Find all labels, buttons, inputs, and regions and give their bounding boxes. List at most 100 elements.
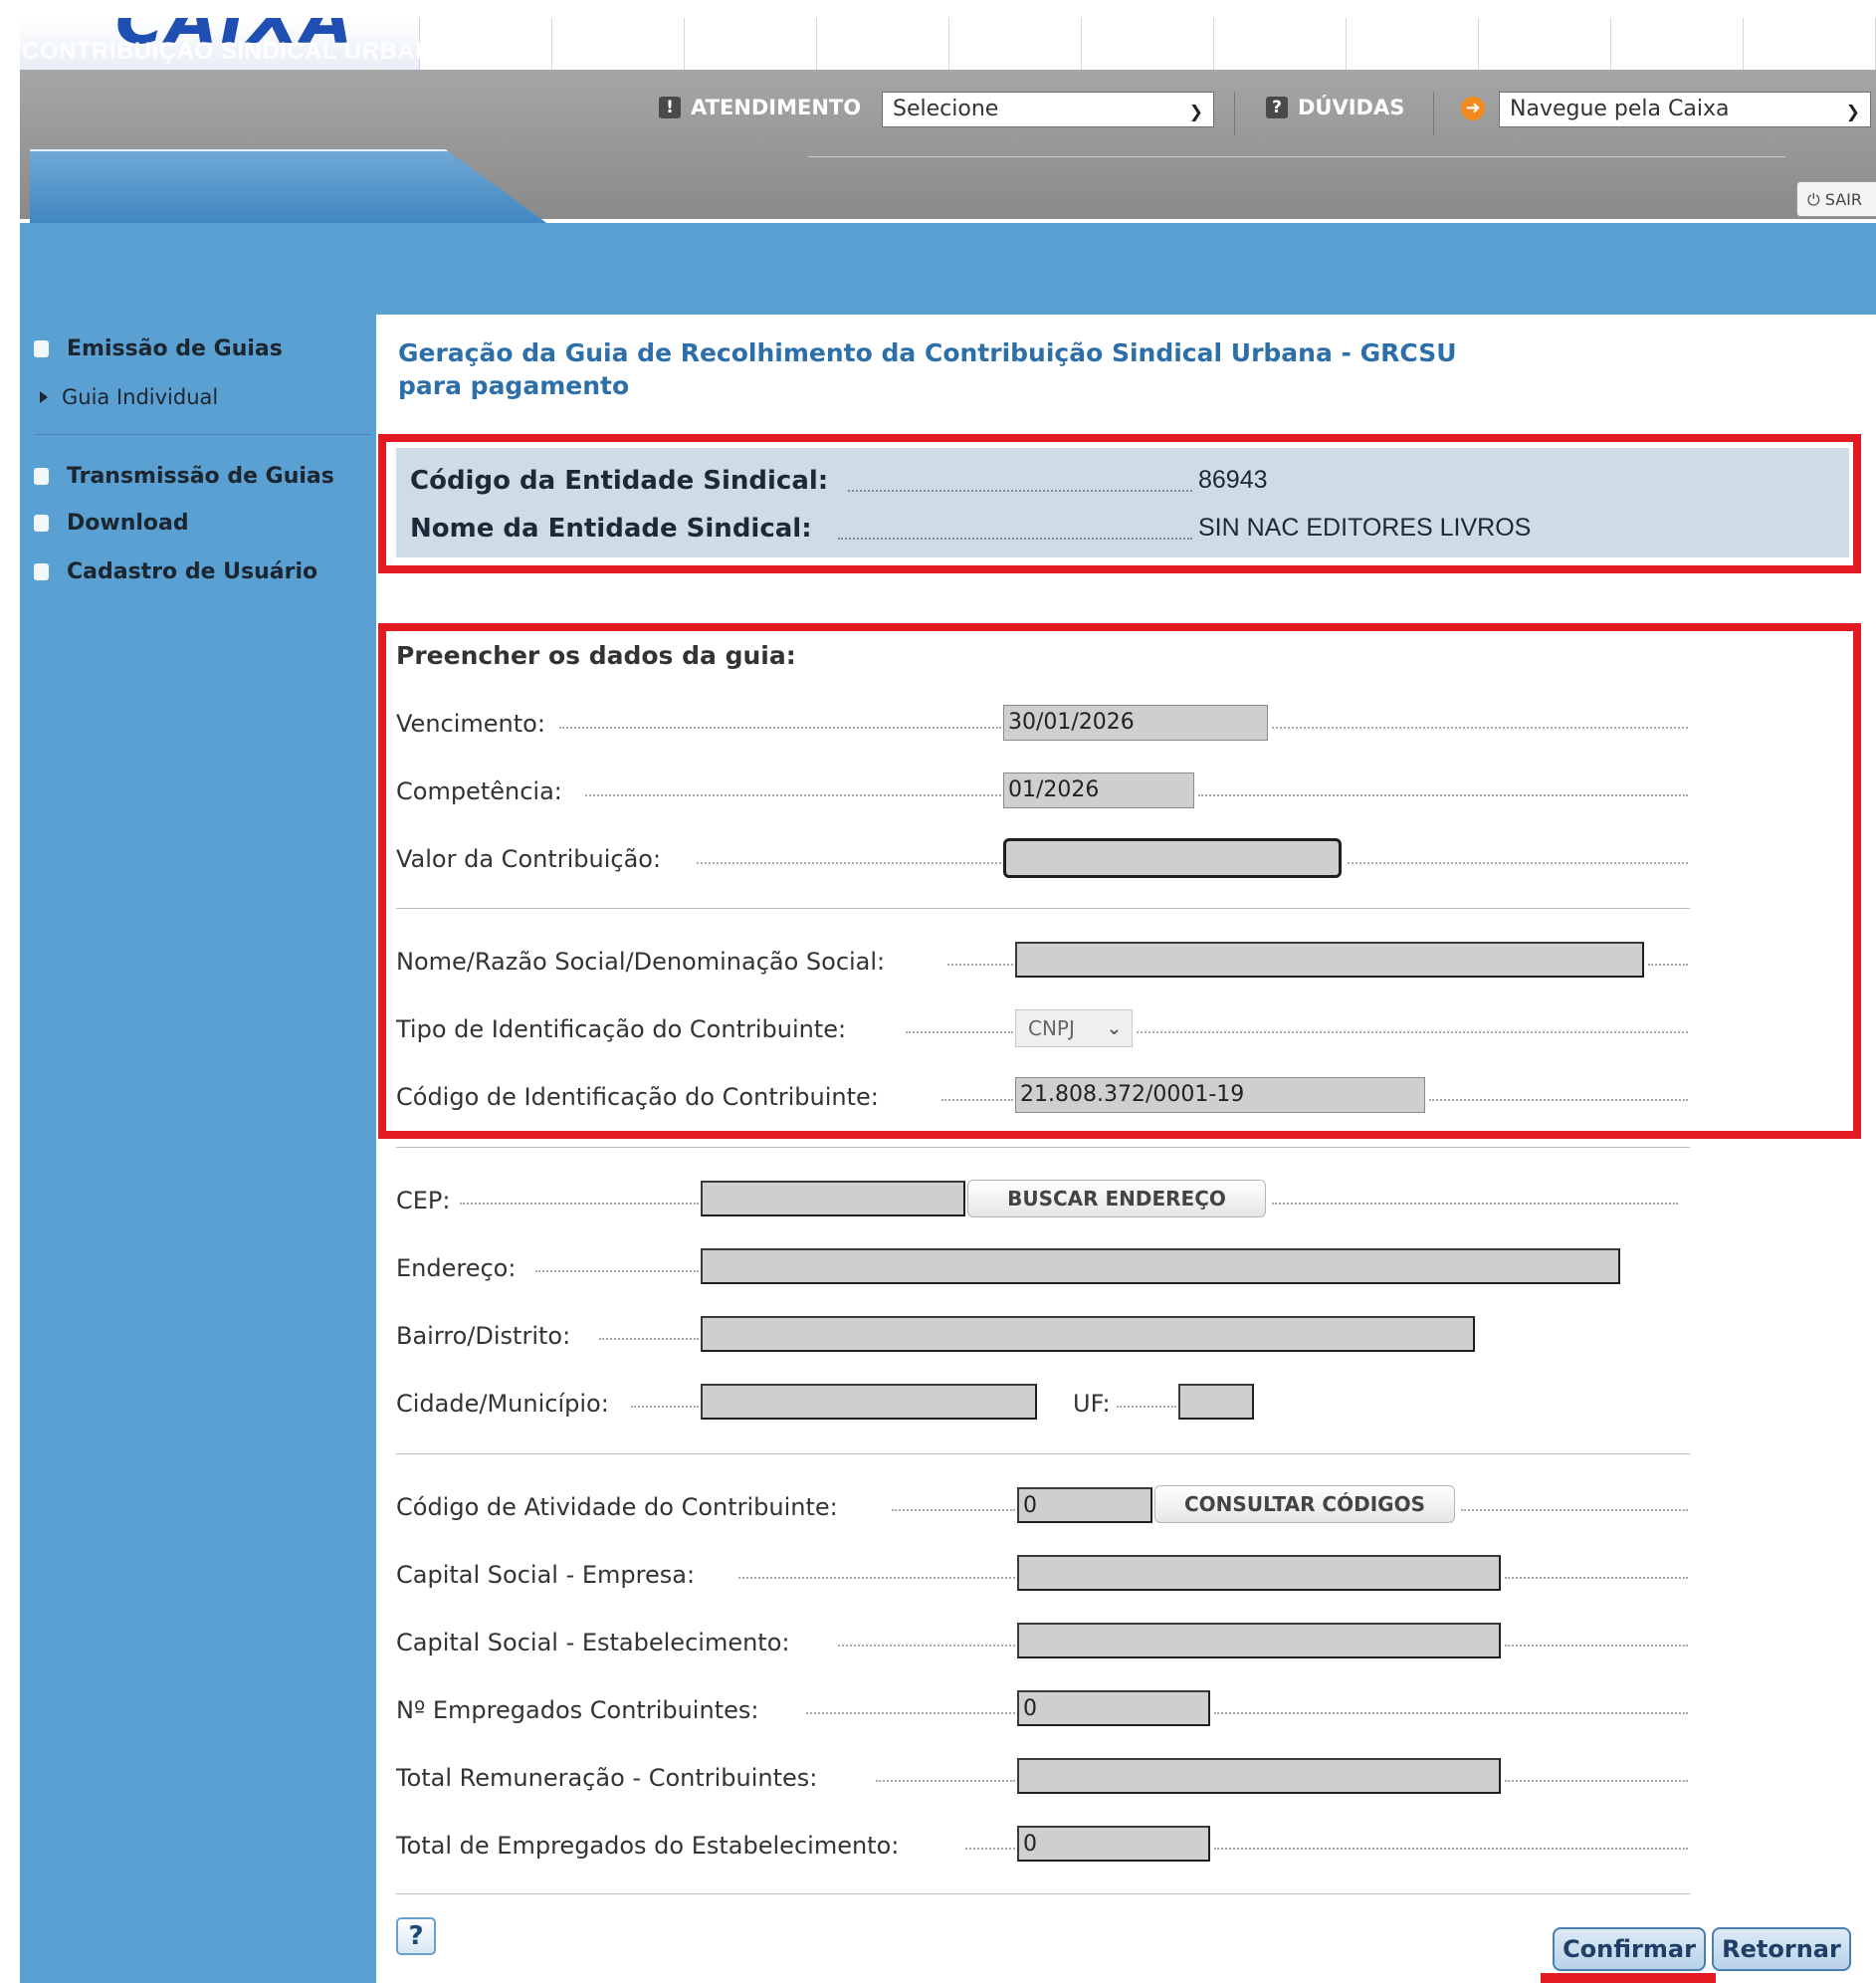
app-window: CAIXA ! ATENDIMENTO Selecione ❯ ? DÚVIDA… (0, 0, 1876, 1983)
duvidas-label: DÚVIDAS (1298, 96, 1405, 119)
highlight-box-confirm (1541, 1973, 1716, 1983)
uf-input[interactable] (1178, 1384, 1254, 1420)
sidebar-item-transmissao[interactable]: Transmissão de Guias (34, 464, 334, 489)
dotted-leader (892, 1509, 1015, 1511)
chevron-down-icon: ❯ (1845, 103, 1860, 122)
cidade-input[interactable] (701, 1384, 1037, 1420)
dotted-leader (1214, 1848, 1688, 1850)
header-separator (1433, 92, 1434, 135)
total-remuneracao-label: Total Remuneração - Contribuintes: (396, 1764, 818, 1792)
top-tab[interactable] (552, 18, 685, 70)
sidebar-item-label: Guia Individual (62, 385, 219, 409)
page-title: Geração da Guia de Recolhimento da Contr… (398, 336, 1592, 402)
sidebar-item-download[interactable]: Download (34, 511, 189, 536)
dotted-leader (1461, 1509, 1688, 1511)
total-empregados-label: Total de Empregados do Estabelecimento: (396, 1832, 900, 1860)
confirmar-button[interactable]: Confirmar (1553, 1927, 1706, 1971)
atendimento-select-value: Selecione (893, 97, 999, 121)
endereco-input[interactable] (701, 1248, 1620, 1284)
atendimento-select[interactable]: Selecione ❯ (882, 92, 1214, 127)
highlight-box-form (378, 623, 1861, 1139)
dotted-leader (599, 1338, 699, 1340)
top-nav-tabs (420, 18, 1876, 70)
capital-estabelecimento-label: Capital Social - Estabelecimento: (396, 1629, 790, 1656)
retornar-button[interactable]: Retornar (1712, 1927, 1851, 1971)
buscar-endereco-button[interactable]: BUSCAR ENDEREÇO (967, 1180, 1266, 1217)
dotted-leader (838, 1645, 1015, 1647)
uf-label: UF: (1073, 1390, 1111, 1418)
page-title-line1: Geração da Guia de Recolhimento da Contr… (398, 338, 1457, 367)
capital-empresa-label: Capital Social - Empresa: (396, 1561, 696, 1589)
sidebar-item-cadastro[interactable]: Cadastro de Usuário (34, 559, 317, 584)
navegue-select[interactable]: Navegue pela Caixa ❯ (1499, 92, 1871, 127)
bairro-label: Bairro/Distrito: (396, 1322, 571, 1350)
sair-button[interactable]: ⏻ SAIR (1796, 181, 1876, 217)
power-icon: ⏻ (1807, 190, 1820, 209)
top-tab[interactable] (1214, 18, 1347, 70)
bullet-icon (34, 468, 49, 485)
endereco-label: Endereço: (396, 1254, 517, 1282)
cep-input[interactable] (701, 1181, 965, 1216)
empregados-contribuintes-input[interactable]: 0 (1017, 1690, 1210, 1726)
top-tab[interactable] (817, 18, 949, 70)
capital-empresa-input[interactable] (1017, 1555, 1501, 1591)
dotted-leader (1214, 1712, 1688, 1714)
top-tab[interactable] (1479, 18, 1611, 70)
sair-label: SAIR (1824, 190, 1862, 209)
cidade-label: Cidade/Município: (396, 1390, 609, 1418)
highlight-box-entity (378, 434, 1861, 573)
section-title: CONTRIBUIÇÃO SINDICAL URBANA (22, 38, 451, 65)
top-tab[interactable] (1611, 18, 1744, 70)
info-icon: ! (659, 97, 681, 118)
dotted-leader (460, 1203, 699, 1205)
dotted-leader (876, 1780, 1015, 1782)
atendimento-group: ! ATENDIMENTO (659, 96, 861, 119)
bairro-input[interactable] (701, 1316, 1475, 1352)
top-tab[interactable] (685, 18, 817, 70)
triangle-right-icon (40, 391, 48, 403)
form-separator (396, 1147, 1690, 1148)
navegue-select-value: Navegue pela Caixa (1510, 97, 1730, 121)
dotted-leader (1505, 1780, 1688, 1782)
duvidas-group[interactable]: ? DÚVIDAS (1266, 96, 1404, 119)
dotted-leader (1117, 1406, 1176, 1408)
header-separator (1234, 92, 1235, 135)
dotted-leader (1505, 1577, 1688, 1579)
sidebar-item-label: Download (67, 511, 189, 536)
bullet-icon (34, 340, 49, 357)
atividade-label: Código de Atividade do Contribuinte: (396, 1493, 838, 1521)
help-button[interactable]: ? (396, 1917, 436, 1955)
dotted-leader (631, 1406, 699, 1408)
form-separator (396, 1893, 1690, 1894)
top-tab[interactable] (949, 18, 1082, 70)
total-empregados-input[interactable]: 0 (1017, 1826, 1210, 1862)
form-separator (396, 1453, 1690, 1454)
arrow-right-icon: ➜ (1461, 97, 1485, 120)
consultar-codigos-button[interactable]: CONSULTAR CÓDIGOS (1154, 1485, 1455, 1523)
total-remuneracao-input[interactable] (1017, 1758, 1501, 1794)
dotted-leader (535, 1270, 699, 1272)
question-icon: ? (1266, 97, 1288, 118)
bullet-icon (34, 563, 49, 580)
dotted-leader (965, 1848, 1015, 1850)
top-tab[interactable] (1347, 18, 1479, 70)
dotted-leader (806, 1712, 1015, 1714)
sidebar-divider (34, 434, 372, 435)
atividade-input[interactable]: 0 (1017, 1487, 1152, 1523)
dotted-leader (1272, 1203, 1678, 1205)
chevron-down-icon: ❯ (1188, 103, 1203, 122)
top-tab[interactable] (1082, 18, 1214, 70)
sidebar-item-label: Cadastro de Usuário (67, 559, 318, 584)
sidebar-item-label: Transmissão de Guias (67, 464, 334, 489)
sidebar-item-guia-individual[interactable]: Guia Individual (40, 385, 218, 409)
sidebar-item-emissao[interactable]: Emissão de Guias (34, 336, 283, 361)
cep-label: CEP: (396, 1187, 451, 1214)
bullet-icon (34, 515, 49, 532)
capital-estabelecimento-input[interactable] (1017, 1623, 1501, 1658)
dotted-leader (1505, 1645, 1688, 1647)
top-tab[interactable] (1744, 18, 1876, 70)
sidebar-item-label: Emissão de Guias (67, 336, 283, 361)
page-title-line2: para pagamento (398, 371, 630, 400)
empregados-contribuintes-label: Nº Empregados Contribuintes: (396, 1696, 759, 1724)
atendimento-label: ATENDIMENTO (691, 96, 862, 119)
